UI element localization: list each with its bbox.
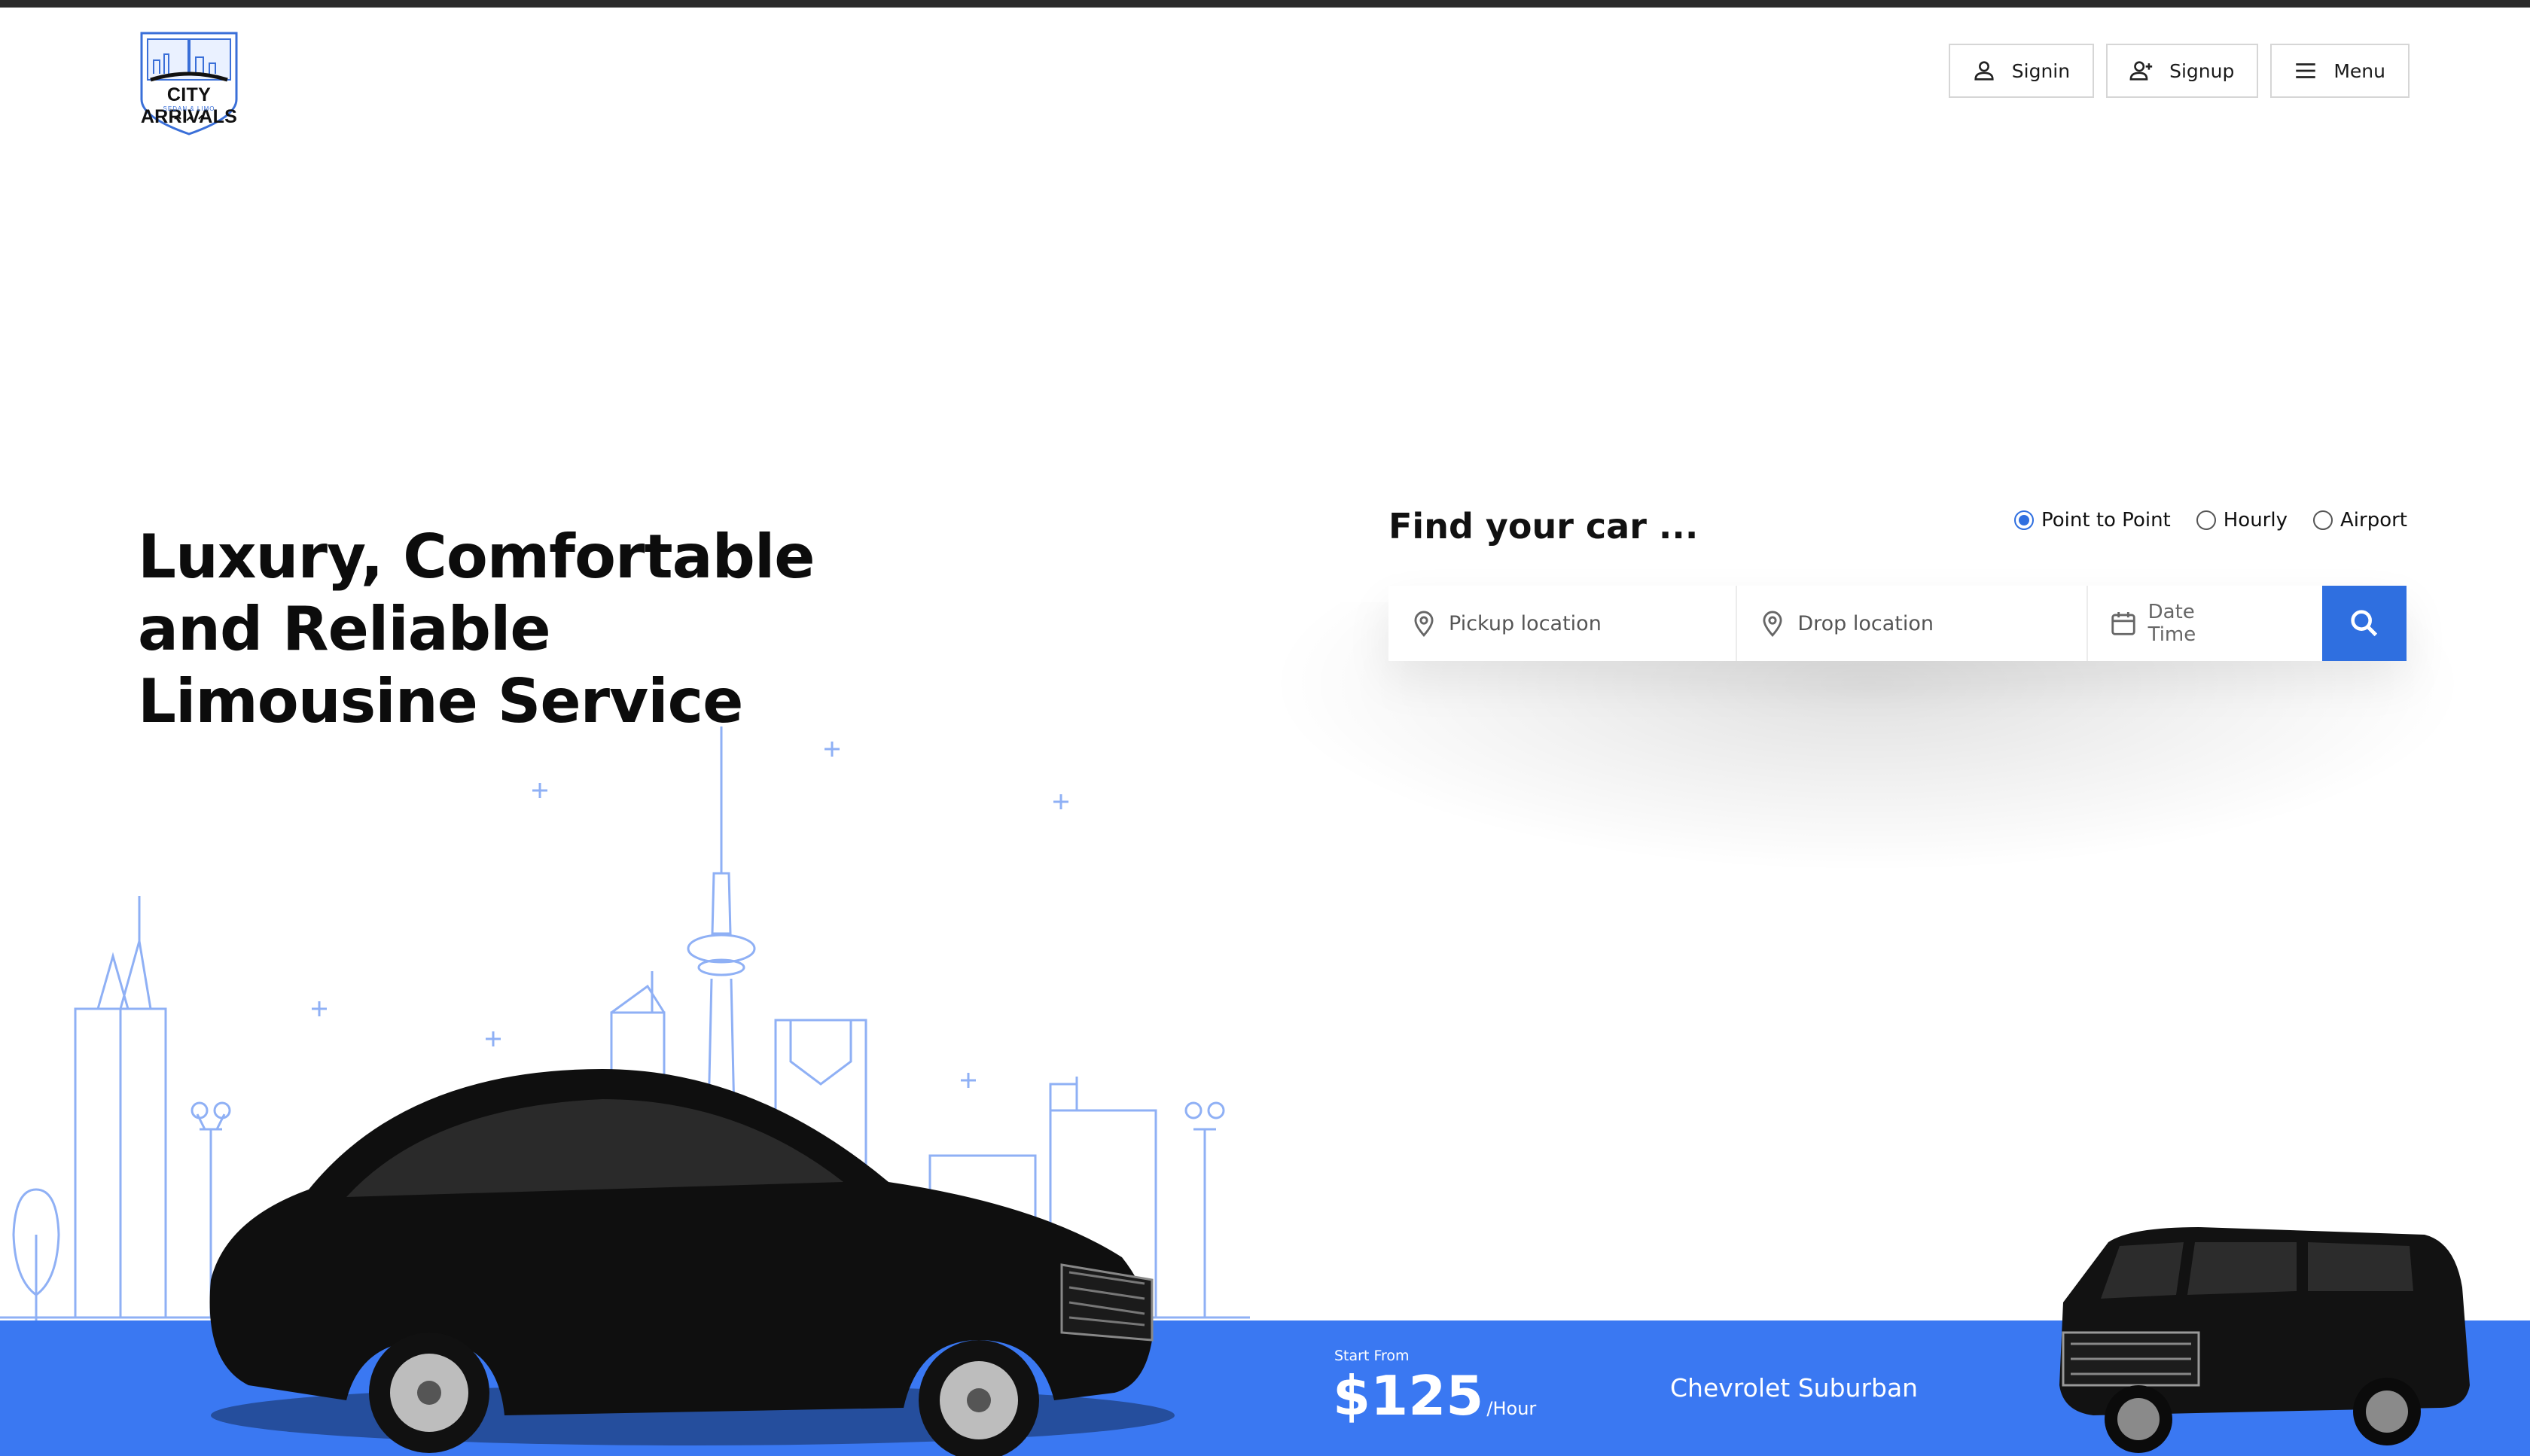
- radio-point-to-point[interactable]: Point to Point: [2014, 509, 2171, 532]
- radio-selected-icon[interactable]: [2014, 510, 2034, 530]
- brand-logo[interactable]: CITY ARRIVALS SEDAN & LIMO: [120, 27, 258, 137]
- top-border: [0, 0, 2530, 8]
- menu-icon: [2296, 63, 2316, 78]
- calendar-icon: [2111, 611, 2135, 635]
- radio-unselected-icon[interactable]: [2313, 510, 2333, 530]
- start-from-label: Start From: [1334, 1348, 1410, 1364]
- drop-location-placeholder: Drop location: [1797, 611, 1934, 635]
- radio-label: Point to Point: [2041, 509, 2171, 532]
- time-label: Time: [2147, 623, 2196, 646]
- menu-label: Menu: [2333, 59, 2385, 82]
- pickup-location-placeholder: Pickup location: [1449, 611, 1602, 635]
- hero-title-line-2: and Reliable: [138, 594, 551, 664]
- search-bar: Pickup location Drop location Date Time: [1388, 586, 2407, 661]
- price-display: $125 /Hour: [1333, 1364, 1536, 1427]
- suv-car-image: [2059, 1227, 2470, 1453]
- date-label: Date: [2147, 601, 2195, 623]
- price-amount: $125: [1333, 1364, 1484, 1427]
- signup-button[interactable]: Signup: [2106, 44, 2259, 98]
- radio-label: Airport: [2340, 509, 2407, 532]
- date-time-labels: Date Time: [2148, 601, 2196, 646]
- sedan-car-image: [209, 1069, 1175, 1456]
- menu-button[interactable]: Menu: [2270, 44, 2410, 98]
- price-unit: /Hour: [1486, 1398, 1537, 1419]
- brand-tagline: SEDAN & LIMO: [163, 105, 215, 112]
- drop-location-field[interactable]: Drop location: [1737, 586, 2088, 661]
- header-nav: Signin Signup Menu: [1948, 44, 2410, 98]
- pickup-location-field[interactable]: Pickup location: [1388, 586, 1738, 661]
- date-time-field[interactable]: Date Time: [2088, 586, 2323, 661]
- user-icon: [1974, 61, 1994, 81]
- trip-type-radio-group: Point to Point Hourly Airport: [2014, 509, 2407, 532]
- hero-title-line-1: Luxury, Comfortable: [138, 522, 815, 592]
- search-icon: [2351, 610, 2378, 637]
- radio-unselected-icon[interactable]: [2196, 510, 2216, 530]
- signin-label: Signin: [2011, 59, 2071, 82]
- signup-label: Signup: [2169, 59, 2235, 82]
- radio-airport[interactable]: Airport: [2313, 509, 2407, 532]
- search-button[interactable]: [2322, 586, 2407, 661]
- hero-title: Luxury, Comfortable and Reliable Limousi…: [138, 521, 815, 738]
- signin-button[interactable]: Signin: [1948, 44, 2095, 98]
- featured-car-name[interactable]: Chevrolet Suburban: [1670, 1373, 1918, 1403]
- map-pin-icon: [1414, 611, 1434, 637]
- user-plus-icon: [2129, 61, 2153, 81]
- map-pin-icon: [1763, 611, 1782, 637]
- find-your-car-heading: Find your car ...: [1388, 506, 1699, 547]
- radio-hourly[interactable]: Hourly: [2196, 509, 2288, 532]
- radio-label: Hourly: [2223, 509, 2288, 532]
